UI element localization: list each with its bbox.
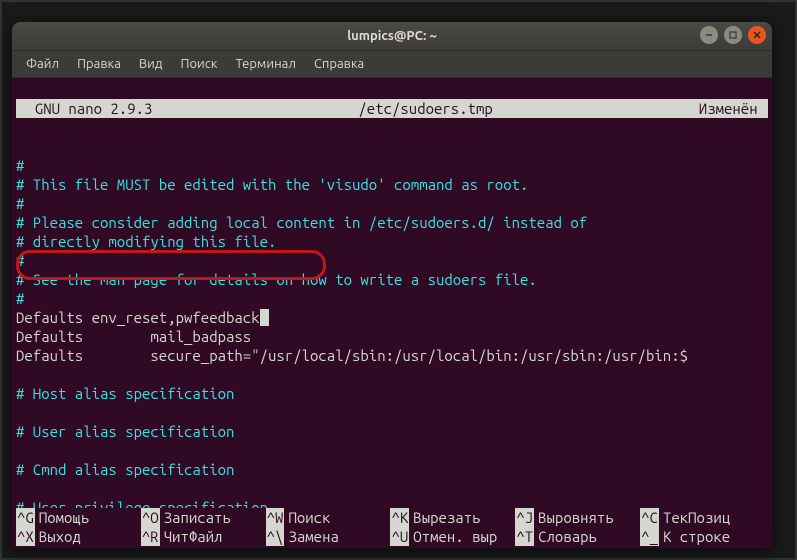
menu-search[interactable]: Поиск — [172, 54, 225, 74]
close-icon — [752, 30, 762, 40]
editor-line: Defaults mail_badpass — [16, 328, 251, 345]
shortcut-readfile[interactable]: ^RЧитФайл — [141, 527, 266, 546]
editor-line: # — [16, 290, 24, 307]
editor-line: # — [16, 157, 24, 174]
window-title: lumpics@PC: ~ — [347, 29, 437, 43]
shortcut-exit[interactable]: ^XВыход — [16, 527, 141, 546]
editor-line: # — [16, 252, 24, 269]
editor-line: # User alias specification — [16, 423, 234, 440]
minimize-icon — [704, 30, 714, 40]
editor-blank-line — [16, 442, 24, 459]
window-controls — [700, 26, 766, 44]
editor-blank-line — [16, 480, 24, 497]
menu-view[interactable]: Вид — [131, 54, 171, 74]
editor-line: # See the man page for details on how to… — [16, 271, 537, 288]
shortcut-cut[interactable]: ^KВырезать — [390, 508, 515, 527]
shortcut-help[interactable]: ^GПомощь — [16, 508, 141, 527]
editor-line: # User privilege specification — [16, 499, 268, 508]
shortcut-curpos[interactable]: ^CТекПозиц — [640, 508, 765, 527]
shortcut-writeout[interactable]: ^OЗаписать — [141, 508, 266, 527]
editor-line: # Please consider adding local content i… — [16, 214, 587, 231]
nano-shortcut-bar: ^GПомощь ^OЗаписать ^WПоиск ^KВырезать ^… — [12, 508, 772, 548]
nano-version: GNU nano 2.9.3 — [18, 99, 152, 118]
menu-file[interactable]: Файл — [18, 54, 67, 74]
shortcut-spell[interactable]: ^TСловарь — [515, 527, 640, 546]
editor-line-highlighted: Defaults env_reset,pwfeedback — [16, 308, 269, 327]
nano-filepath: /etc/sudoers.tmp — [152, 99, 698, 118]
nano-status: Изменён — [699, 99, 766, 118]
text-cursor — [260, 309, 269, 326]
shortcut-replace[interactable]: ^\Замена — [266, 527, 391, 546]
editor-line: # Host alias specification — [16, 385, 234, 402]
shortcut-row: ^XВыход ^RЧитФайл ^\Замена ^UОтмен. выр … — [16, 527, 768, 546]
editor-line: # — [16, 195, 24, 212]
maximize-button[interactable] — [724, 26, 742, 44]
terminal-window: lumpics@PC: ~ Файл Правка Вид Поиск Терм… — [12, 22, 772, 548]
maximize-icon — [728, 30, 738, 40]
minimize-button[interactable] — [700, 26, 718, 44]
close-button[interactable] — [748, 26, 766, 44]
menu-terminal[interactable]: Терминал — [227, 54, 303, 74]
editor-blank-line — [16, 404, 24, 421]
titlebar: lumpics@PC: ~ — [12, 22, 772, 51]
shortcut-search[interactable]: ^WПоиск — [266, 508, 391, 527]
editor-blank-line — [16, 138, 24, 155]
menu-edit[interactable]: Правка — [69, 54, 129, 74]
editor-blank-line — [16, 366, 24, 383]
menu-help[interactable]: Справка — [306, 54, 372, 74]
nano-header: GNU nano 2.9.3/etc/sudoers.tmpИзменён — [16, 99, 768, 118]
shortcut-gotoline[interactable]: ^_К строке — [640, 527, 765, 546]
shortcut-row: ^GПомощь ^OЗаписать ^WПоиск ^KВырезать ^… — [16, 508, 768, 527]
menubar: Файл Правка Вид Поиск Терминал Справка — [12, 51, 772, 78]
editor-line: # Cmnd alias specification — [16, 461, 234, 478]
editor-line: # directly modifying this file. — [16, 233, 276, 250]
shortcut-justify[interactable]: ^JВыровнять — [515, 508, 640, 527]
editor-line: # This file MUST be edited with the 'vis… — [16, 176, 528, 193]
editor-line: Defaults secure_path="/usr/local/sbin:/u… — [16, 347, 688, 364]
terminal-area[interactable]: GNU nano 2.9.3/etc/sudoers.tmpИзменён # … — [12, 78, 772, 508]
shortcut-uncut[interactable]: ^UОтмен. выр — [390, 527, 515, 546]
